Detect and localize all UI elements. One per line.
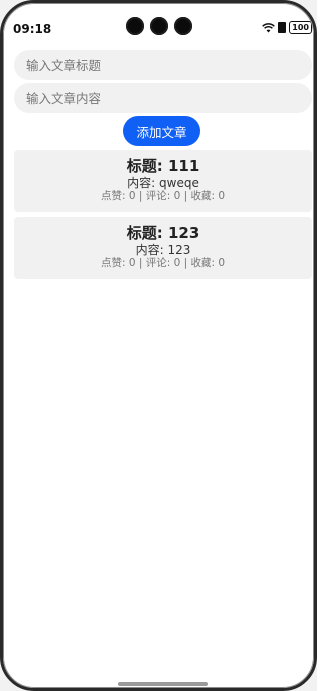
article-card[interactable]: 标题: 123 内容: 123 点赞: 0 | 评论: 0 | 收藏: 0 [14,217,312,279]
nfc-icon [278,22,287,33]
camera-dot [126,17,144,35]
add-article-button[interactable]: 添加文章 [123,116,200,146]
article-title: 标题: 111 [126,157,200,175]
status-icons: 100 [262,21,314,34]
camera-cutout [126,17,192,35]
article-content: 内容: qweqe [127,176,199,190]
home-indicator[interactable] [118,682,208,686]
article-form-page: 添加文章 标题: 111 内容: qweqe 点赞: 0 | 评论: 0 | 收… [11,50,312,284]
camera-dot [150,17,168,35]
article-card[interactable]: 标题: 111 内容: qweqe 点赞: 0 | 评论: 0 | 收藏: 0 [14,150,312,212]
status-time: 09:18 [13,22,52,36]
content-input[interactable] [14,83,312,113]
article-stats: 点赞: 0 | 评论: 0 | 收藏: 0 [100,257,226,269]
article-title: 标题: 123 [126,224,200,242]
status-bar: 09:18 100 [3,3,314,47]
article-stats: 点赞: 0 | 评论: 0 | 收藏: 0 [100,190,226,202]
battery-icon: 100 [289,21,314,34]
article-content: 内容: 123 [135,243,191,257]
article-list: 标题: 111 内容: qweqe 点赞: 0 | 评论: 0 | 收藏: 0 … [11,150,312,279]
camera-dot [174,17,192,35]
phone-screen: 09:18 100 添加文章 [0,0,317,691]
title-input[interactable] [14,50,312,80]
wifi-icon [262,22,276,33]
device: 09:18 100 添加文章 [0,0,317,691]
